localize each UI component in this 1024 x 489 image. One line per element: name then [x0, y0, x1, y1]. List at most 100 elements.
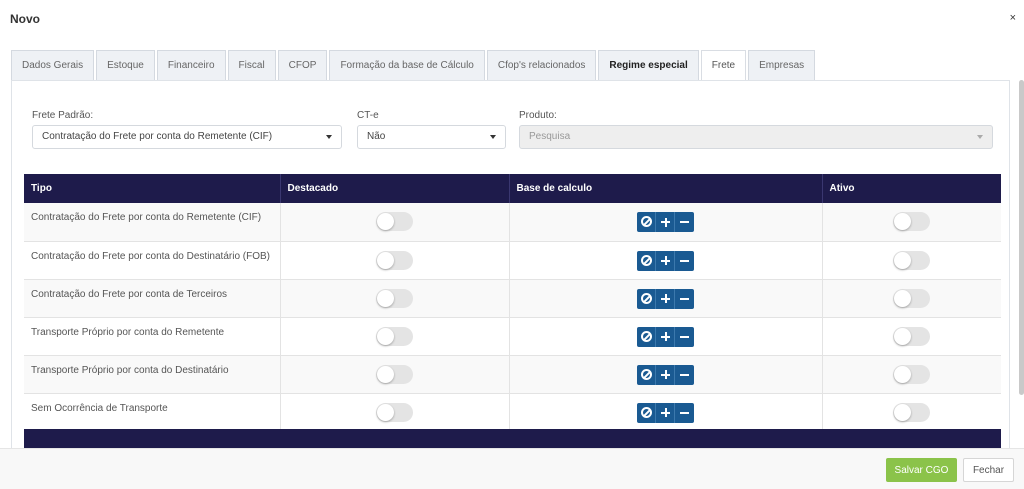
minus-button[interactable]	[675, 288, 694, 309]
minus-button[interactable]	[675, 250, 694, 271]
row-base-calculo-cell	[509, 203, 823, 242]
minus-icon	[680, 259, 689, 262]
ativo-toggle[interactable]	[893, 364, 931, 384]
minus-button[interactable]	[675, 402, 694, 423]
destacado-toggle[interactable]	[376, 288, 413, 308]
frete-padrao-value: Contratação do Frete por conta do Remete…	[42, 131, 273, 142]
tab-financeiro[interactable]: Financeiro	[156, 50, 226, 80]
destacado-toggle[interactable]	[376, 326, 413, 346]
vertical-scrollbar[interactable]	[1019, 80, 1024, 395]
cte-label: CT-e	[357, 110, 379, 121]
minus-button[interactable]	[675, 212, 694, 232]
tab-empresas[interactable]: Empresas	[748, 50, 816, 80]
save-button[interactable]: Salvar CGO	[886, 458, 957, 482]
ban-button[interactable]	[637, 212, 656, 232]
column-header-base-calculo: Base de calculo	[509, 174, 823, 203]
toggle-knob	[894, 365, 912, 383]
ban-button[interactable]	[637, 326, 656, 347]
ban-button[interactable]	[637, 402, 656, 423]
plus-button[interactable]	[656, 402, 675, 423]
ban-button[interactable]	[637, 288, 656, 309]
ativo-toggle[interactable]	[893, 212, 931, 231]
frete-padrao-label: Frete Padrão:	[32, 110, 94, 121]
toggle-knob	[894, 327, 912, 345]
toggle-knob	[377, 213, 394, 230]
plus-button[interactable]	[656, 250, 675, 271]
plus-button[interactable]	[656, 364, 675, 385]
plus-button[interactable]	[656, 212, 675, 232]
row-tipo: Contratação do Frete por conta do Remete…	[24, 203, 281, 242]
chevron-down-icon	[326, 135, 332, 139]
minus-button[interactable]	[675, 326, 694, 347]
toggle-knob	[377, 327, 394, 345]
ativo-toggle[interactable]	[893, 402, 931, 422]
minus-icon	[680, 221, 689, 223]
row-base-calculo-cell	[509, 317, 823, 356]
ativo-toggle[interactable]	[893, 288, 931, 308]
destacado-toggle[interactable]	[376, 364, 413, 384]
cte-value: Não	[367, 131, 386, 142]
tab-regime-especial[interactable]: Regime especial	[598, 50, 699, 80]
table-row: Contratação do Frete por conta do Remete…	[24, 203, 1001, 242]
row-destacado-cell	[280, 279, 510, 318]
row-destacado-cell	[280, 241, 510, 280]
tab-cfop[interactable]: CFOP	[277, 50, 328, 80]
row-ativo-cell	[822, 355, 1001, 394]
base-calculo-actions	[637, 326, 694, 347]
toggle-knob	[377, 365, 394, 383]
column-header-ativo: Ativo	[822, 174, 1001, 203]
toggle-knob	[894, 213, 912, 230]
ban-icon	[641, 216, 652, 227]
toggle-knob	[377, 251, 394, 269]
plus-button[interactable]	[656, 288, 675, 309]
ban-button[interactable]	[637, 250, 656, 271]
minus-button[interactable]	[675, 364, 694, 385]
close-button[interactable]: Fechar	[963, 458, 1014, 482]
ativo-toggle[interactable]	[893, 326, 931, 346]
plus-icon-stroke	[664, 332, 667, 341]
row-destacado-cell	[280, 355, 510, 394]
column-header-destacado: Destacado	[280, 174, 510, 203]
row-destacado-cell	[280, 203, 510, 242]
ban-button[interactable]	[637, 364, 656, 385]
modal-title: Novo	[10, 12, 40, 26]
row-base-calculo-cell	[509, 355, 823, 394]
ban-icon	[641, 330, 652, 342]
modal-footer: Salvar CGO Fechar	[0, 448, 1024, 489]
produto-label: Produto:	[519, 110, 557, 121]
tab-estoque[interactable]: Estoque	[96, 50, 155, 80]
plus-icon-stroke	[664, 294, 667, 303]
frete-padrao-select[interactable]: Contratação do Frete por conta do Remete…	[32, 125, 342, 149]
row-ativo-cell	[822, 203, 1001, 242]
destacado-toggle[interactable]	[376, 402, 413, 422]
frete-table: Tipo Destacado Base de calculo Ativo Con…	[24, 174, 1001, 432]
plus-button[interactable]	[656, 326, 675, 347]
minus-icon	[680, 335, 689, 338]
ativo-toggle[interactable]	[893, 250, 931, 270]
table-header-row: Tipo Destacado Base de calculo Ativo	[24, 174, 1001, 203]
column-header-tipo: Tipo	[24, 174, 281, 203]
tab-formacao-base-calculo[interactable]: Formação da base de Cálculo	[329, 50, 485, 80]
plus-icon-stroke	[664, 217, 667, 227]
row-destacado-cell	[280, 393, 510, 432]
tab-dados-gerais[interactable]: Dados Gerais	[11, 50, 95, 80]
table-row: Contratação do Frete por conta de Tercei…	[24, 279, 1001, 318]
base-calculo-actions	[637, 402, 694, 423]
tab-cfops-relacionados[interactable]: Cfop's relacionados	[486, 50, 597, 80]
tab-frete[interactable]: Frete	[700, 50, 747, 81]
modal-header: Novo ×	[0, 0, 1024, 40]
ban-icon	[641, 406, 652, 418]
base-calculo-actions	[637, 212, 694, 232]
close-icon[interactable]: ×	[1010, 12, 1016, 24]
row-ativo-cell	[822, 279, 1001, 318]
destacado-toggle[interactable]	[376, 212, 413, 231]
tab-fiscal[interactable]: Fiscal	[227, 50, 276, 80]
row-tipo: Transporte Próprio por conta do Destinat…	[24, 355, 281, 394]
table-footer-bar	[24, 429, 1001, 448]
base-calculo-actions	[637, 288, 694, 309]
row-ativo-cell	[822, 241, 1001, 280]
produto-placeholder: Pesquisa	[529, 131, 571, 142]
toggle-knob	[377, 403, 394, 421]
destacado-toggle[interactable]	[376, 250, 413, 270]
cte-select[interactable]: Não	[357, 125, 506, 149]
